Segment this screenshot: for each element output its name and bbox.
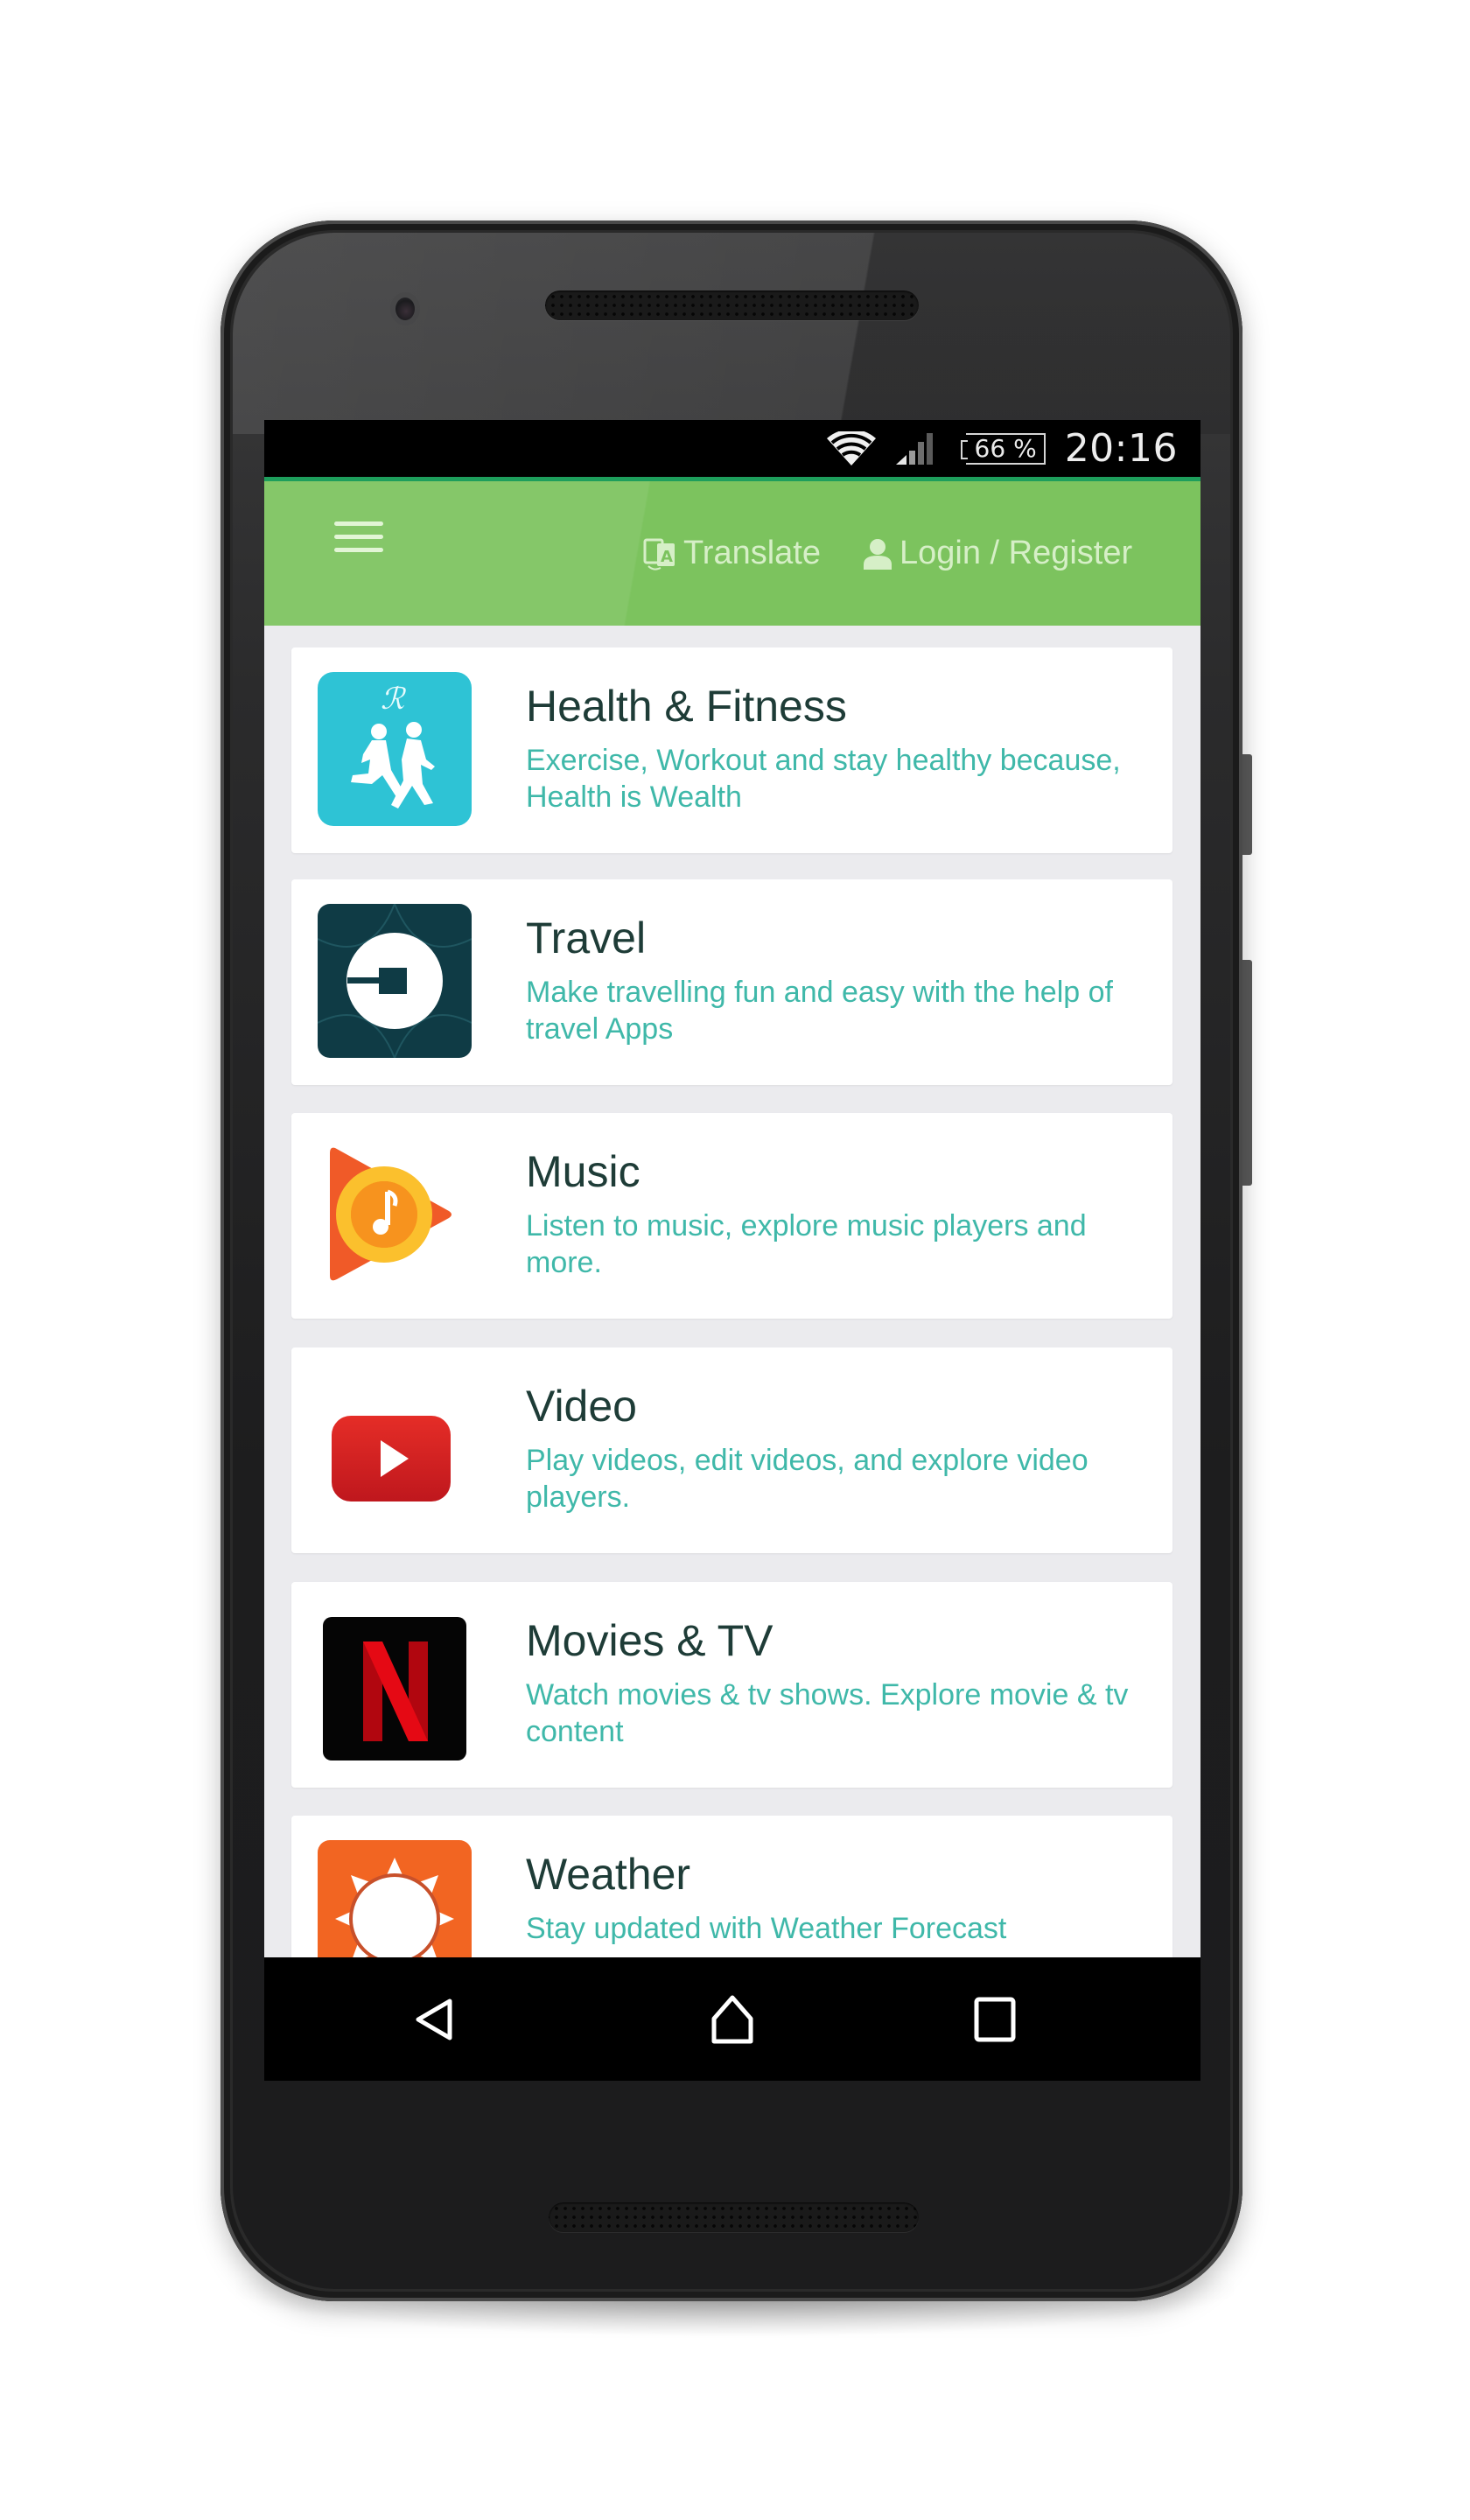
category-description: Play videos, edit videos, and explore vi… (526, 1444, 1088, 1514)
category-description: Stay updated with Weather Forecast (526, 1912, 1007, 1945)
status-icons: 66 % 20:16 (826, 420, 1178, 477)
glass-reflection (233, 233, 1230, 434)
person-icon (864, 538, 892, 570)
runners-icon: ℛ (318, 672, 472, 826)
top-speaker-grille (545, 290, 919, 320)
battery-indicator: 66 % (960, 432, 1046, 465)
power-button (1242, 754, 1252, 855)
category-title: Weather (526, 1850, 691, 1899)
home-icon[interactable] (702, 1989, 763, 2050)
back-triangle-icon[interactable] (404, 1989, 466, 2050)
uber-icon (318, 904, 472, 1058)
login-register-label: Login / Register (900, 535, 1133, 571)
svg-text:A: A (661, 548, 673, 566)
category-card-travel[interactable]: Travel Make travelling fun and easy with… (291, 879, 1172, 1085)
bottom-speaker-grille (549, 2202, 919, 2232)
category-title: Music (526, 1147, 640, 1196)
status-bar: 66 % 20:16 (264, 420, 1200, 477)
volume-rocker (1242, 960, 1252, 1186)
category-title: Health & Fitness (526, 682, 847, 731)
phone-screen: 66 % 20:16 A Translate Login / Register (264, 420, 1200, 2081)
category-description: Make travelling fun and easy with the he… (526, 976, 1113, 1046)
login-register-button[interactable]: Login / Register (863, 481, 1132, 626)
category-title: Movies & TV (526, 1616, 774, 1665)
play-music-icon (330, 1147, 452, 1281)
category-card-music[interactable]: Music Listen to music, explore music pla… (291, 1113, 1172, 1319)
app-toolbar: A Translate Login / Register (264, 477, 1200, 626)
category-card-video[interactable]: Video Play videos, edit videos, and expl… (291, 1348, 1172, 1553)
svg-text:ℛ: ℛ (381, 682, 407, 717)
netflix-icon (323, 1617, 466, 1760)
recents-square-icon[interactable] (964, 1989, 1026, 2050)
category-card-movies-tv[interactable]: Movies & TV Watch movies & tv shows. Exp… (291, 1582, 1172, 1788)
battery-percent: 66 % (974, 434, 1037, 463)
category-card-health-fitness[interactable]: ℛ Health & Fitness Exercise, Workout and… (291, 648, 1172, 853)
clock: 20:16 (1064, 426, 1178, 471)
category-title: Video (526, 1382, 637, 1431)
hamburger-menu-icon[interactable] (334, 522, 383, 555)
wifi-icon (826, 430, 876, 466)
front-camera (396, 298, 415, 320)
youtube-icon (332, 1416, 451, 1502)
category-description: Exercise, Workout and stay healthy becau… (526, 744, 1121, 814)
translate-label: Translate (683, 535, 821, 571)
android-nav-bar (264, 1957, 1200, 2081)
translate-button[interactable]: A Translate (643, 481, 821, 626)
cell-signal-icon (895, 432, 933, 465)
category-title: Travel (526, 914, 647, 962)
category-description: Watch movies & tv shows. Explore movie &… (526, 1678, 1129, 1748)
category-description: Listen to music, explore music players a… (526, 1209, 1087, 1279)
translate-icon: A (643, 538, 675, 570)
